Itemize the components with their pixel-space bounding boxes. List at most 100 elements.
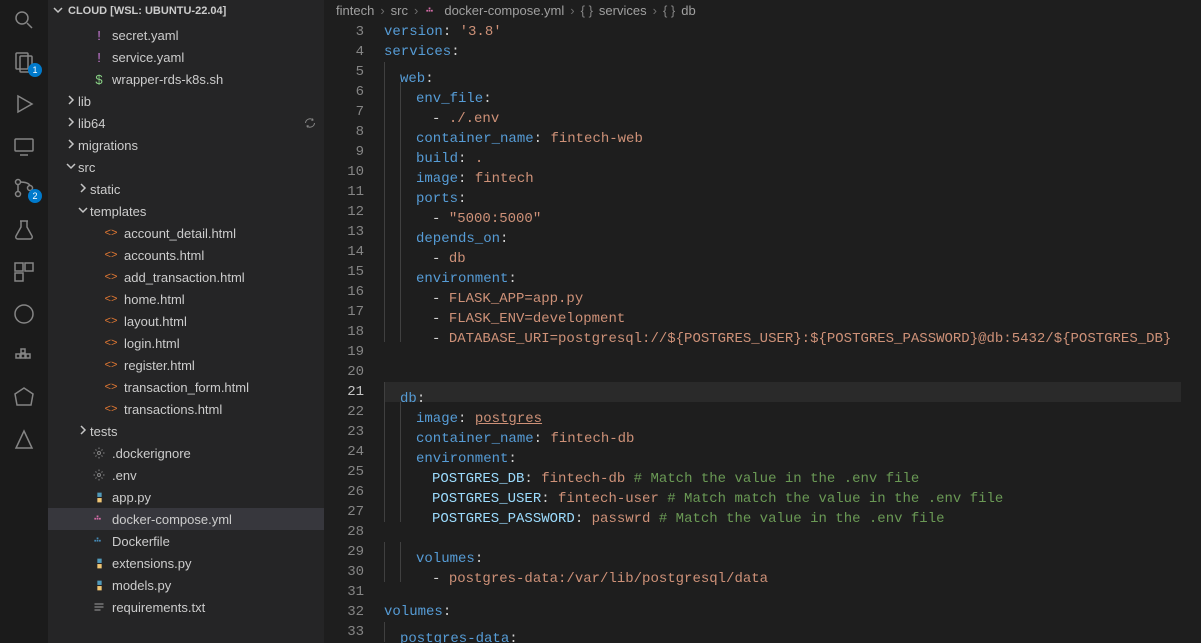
file-row[interactable]: requirements.txt (48, 596, 324, 618)
file-row[interactable]: <>home.html (48, 288, 324, 310)
code-content[interactable]: version: '3.8'services:web:env_file:- ./… (384, 22, 1181, 643)
code-line[interactable]: - FLASK_APP=app.py (384, 282, 1181, 302)
file-row[interactable]: app.py (48, 486, 324, 508)
crumb[interactable]: services (599, 3, 647, 18)
code-line[interactable] (384, 522, 1181, 542)
line-number: 12 (324, 202, 364, 222)
crumb[interactable]: docker-compose.yml (444, 3, 564, 18)
chevron-right-icon: › (653, 3, 657, 18)
file-row[interactable]: !secret.yaml (48, 24, 324, 46)
breadcrumb[interactable]: fintech › src › docker-compose.yml › { }… (324, 0, 1201, 22)
folder-row[interactable]: templates (48, 200, 324, 222)
folder-row[interactable]: tests (48, 420, 324, 442)
github-icon[interactable] (12, 302, 36, 326)
line-number: 14 (324, 242, 364, 262)
code-line[interactable]: container_name: fintech-db (384, 422, 1181, 442)
line-number: 4 (324, 42, 364, 62)
file-row[interactable]: docker-compose.yml (48, 508, 324, 530)
extensions-icon[interactable] (12, 260, 36, 284)
file-row[interactable]: models.py (48, 574, 324, 596)
code-line[interactable]: ports: (384, 182, 1181, 202)
code-line[interactable]: volumes: (384, 602, 1181, 622)
file-label: service.yaml (112, 50, 184, 65)
chevron-right-icon (76, 424, 90, 439)
folder-label: lib64 (78, 116, 105, 131)
folder-row[interactable]: lib64 (48, 112, 324, 134)
code-line[interactable]: build: . (384, 142, 1181, 162)
code-line[interactable]: POSTGRES_DB: fintech-db # Match the valu… (384, 462, 1181, 482)
code-editor[interactable]: 3456789101112131415161718192021222324252… (324, 22, 1201, 643)
code-line[interactable]: - ./.env (384, 102, 1181, 122)
chevron-down-icon (64, 160, 78, 175)
code-line[interactable] (384, 362, 1181, 382)
code-line[interactable]: POSTGRES_PASSWORD: passwrd # Match the v… (384, 502, 1181, 522)
folder-row[interactable]: lib (48, 90, 324, 112)
azure-icon[interactable] (12, 428, 36, 452)
crumb[interactable]: src (391, 3, 408, 18)
code-line[interactable] (384, 342, 1181, 362)
run-icon[interactable] (12, 92, 36, 116)
line-number: 22 (324, 402, 364, 422)
remote-icon[interactable] (12, 134, 36, 158)
file-row[interactable]: <>transaction_form.html (48, 376, 324, 398)
folder-row[interactable]: static (48, 178, 324, 200)
code-line[interactable]: volumes: (384, 542, 1181, 562)
text-file-icon (90, 601, 108, 613)
explorer-header[interactable]: CLOUD [WSL: UBUNTU-22.04] (48, 0, 324, 22)
code-line[interactable]: - postgres-data:/var/lib/postgresql/data (384, 562, 1181, 582)
code-line[interactable]: container_name: fintech-web (384, 122, 1181, 142)
code-line[interactable]: - FLASK_ENV=development (384, 302, 1181, 322)
code-line[interactable]: - DATABASE_URI=postgresql://${POSTGRES_U… (384, 322, 1181, 342)
file-row[interactable]: extensions.py (48, 552, 324, 574)
file-row[interactable]: $wrapper-rds-k8s.sh (48, 68, 324, 90)
code-line[interactable]: postgres-data: (384, 622, 1181, 642)
file-row[interactable]: <> login.html (48, 332, 324, 354)
code-line[interactable]: environment: (384, 262, 1181, 282)
file-row[interactable]: .dockerignore (48, 442, 324, 464)
search-icon[interactable] (12, 8, 36, 32)
file-row[interactable]: <>add_transaction.html (48, 266, 324, 288)
code-line[interactable]: depends_on: (384, 222, 1181, 242)
file-row[interactable]: !service.yaml (48, 46, 324, 68)
code-line[interactable] (384, 582, 1181, 602)
code-line[interactable]: version: '3.8' (384, 22, 1181, 42)
file-row[interactable]: <>account_detail.html (48, 222, 324, 244)
explorer-icon[interactable]: 1 (12, 50, 36, 74)
code-line[interactable]: image: fintech (384, 162, 1181, 182)
line-number: 20 (324, 362, 364, 382)
code-line[interactable]: db: (384, 382, 1181, 402)
folder-row[interactable]: migrations (48, 134, 324, 156)
code-line[interactable]: web: (384, 62, 1181, 82)
file-label: docker-compose.yml (112, 512, 232, 527)
folder-row[interactable]: src (48, 156, 324, 178)
code-line[interactable]: environment: (384, 442, 1181, 462)
file-row[interactable]: Dockerfile (48, 530, 324, 552)
line-number: 32 (324, 602, 364, 622)
docker-icon[interactable] (12, 344, 36, 368)
minimap[interactable] (1181, 22, 1201, 643)
file-label: models.py (112, 578, 171, 593)
file-row[interactable]: <>transactions.html (48, 398, 324, 420)
file-row[interactable]: <>register.html (48, 354, 324, 376)
html-file-icon: <> (102, 337, 120, 349)
file-label: requirements.txt (112, 600, 205, 615)
file-row[interactable]: .env (48, 464, 324, 486)
file-row[interactable]: <>accounts.html (48, 244, 324, 266)
file-label: login.html (124, 336, 180, 351)
code-line[interactable]: services: (384, 42, 1181, 62)
code-line[interactable]: - db (384, 242, 1181, 262)
code-line[interactable]: - "5000:5000" (384, 202, 1181, 222)
code-line[interactable]: image: postgres (384, 402, 1181, 422)
chevron-right-icon (64, 94, 78, 109)
beaker-icon[interactable] (12, 218, 36, 242)
line-number: 31 (324, 582, 364, 602)
scm-icon[interactable]: 2 (12, 176, 36, 200)
code-line[interactable]: POSTGRES_USER: fintech-user # Match matc… (384, 482, 1181, 502)
crumb[interactable]: db (681, 3, 695, 18)
kubernetes-icon[interactable] (12, 386, 36, 410)
code-line[interactable]: env_file: (384, 82, 1181, 102)
file-row[interactable]: <>layout.html (48, 310, 324, 332)
line-number: 3 (324, 22, 364, 42)
crumb[interactable]: fintech (336, 3, 374, 18)
scm-badge: 2 (28, 189, 42, 203)
